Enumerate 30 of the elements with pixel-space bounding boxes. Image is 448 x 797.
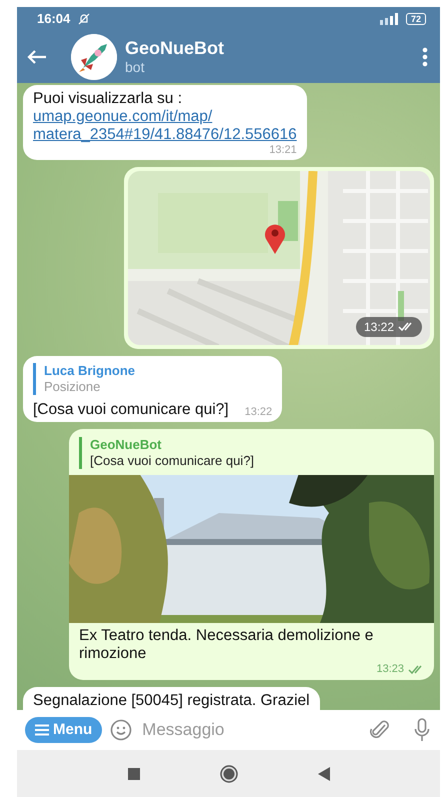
status-time: 16:04 [37, 10, 70, 28]
message-text: Segnalazione [50045] registrata. Graziel [33, 692, 310, 710]
menu-button[interactable]: Menu [25, 717, 102, 743]
map-link[interactable]: umap.geonue.com/it/map/ [33, 108, 297, 126]
microphone-icon[interactable] [414, 718, 430, 742]
message-text: [Cosa vuoi comunicare qui?] [33, 401, 229, 419]
reply-quote-bar[interactable]: Luca Brignone Posizione [33, 363, 272, 395]
map-link[interactable]: matera_2354#19/41.88476/12.556616 [33, 126, 297, 144]
message-input[interactable]: Messaggio [140, 716, 362, 744]
menu-icon [35, 724, 49, 736]
battery-icon: 72 [406, 12, 426, 24]
time-badge: 13:22 [356, 317, 422, 337]
paperclip-icon[interactable] [370, 719, 390, 741]
message-time: 13:23 [376, 663, 404, 676]
photo-caption: Ex Teatro tenda. Necessaria demolizione e rimozione [79, 627, 374, 663]
recents-button-icon[interactable] [128, 768, 140, 780]
message-time: 13:21 [269, 144, 297, 157]
home-button-icon[interactable] [220, 764, 238, 782]
emoji-icon[interactable] [110, 719, 132, 741]
chat-title: GeoNueBot [125, 37, 225, 59]
more-menu-icon[interactable] [422, 46, 428, 66]
rocket-avatar-icon[interactable] [71, 34, 117, 80]
notification-off-icon [78, 12, 90, 24]
back-arrow-icon[interactable] [27, 48, 47, 64]
reply-quote-bar[interactable]: GeoNueBot [Cosa vuoi comunicare qui?] [79, 437, 424, 469]
message-text: Puoi visualizzarla su : [33, 90, 182, 108]
location-pin-icon [263, 223, 287, 255]
chat-subtitle: bot [125, 59, 146, 76]
message-time: 13:22 [244, 406, 272, 419]
back-button-icon[interactable] [318, 766, 330, 780]
